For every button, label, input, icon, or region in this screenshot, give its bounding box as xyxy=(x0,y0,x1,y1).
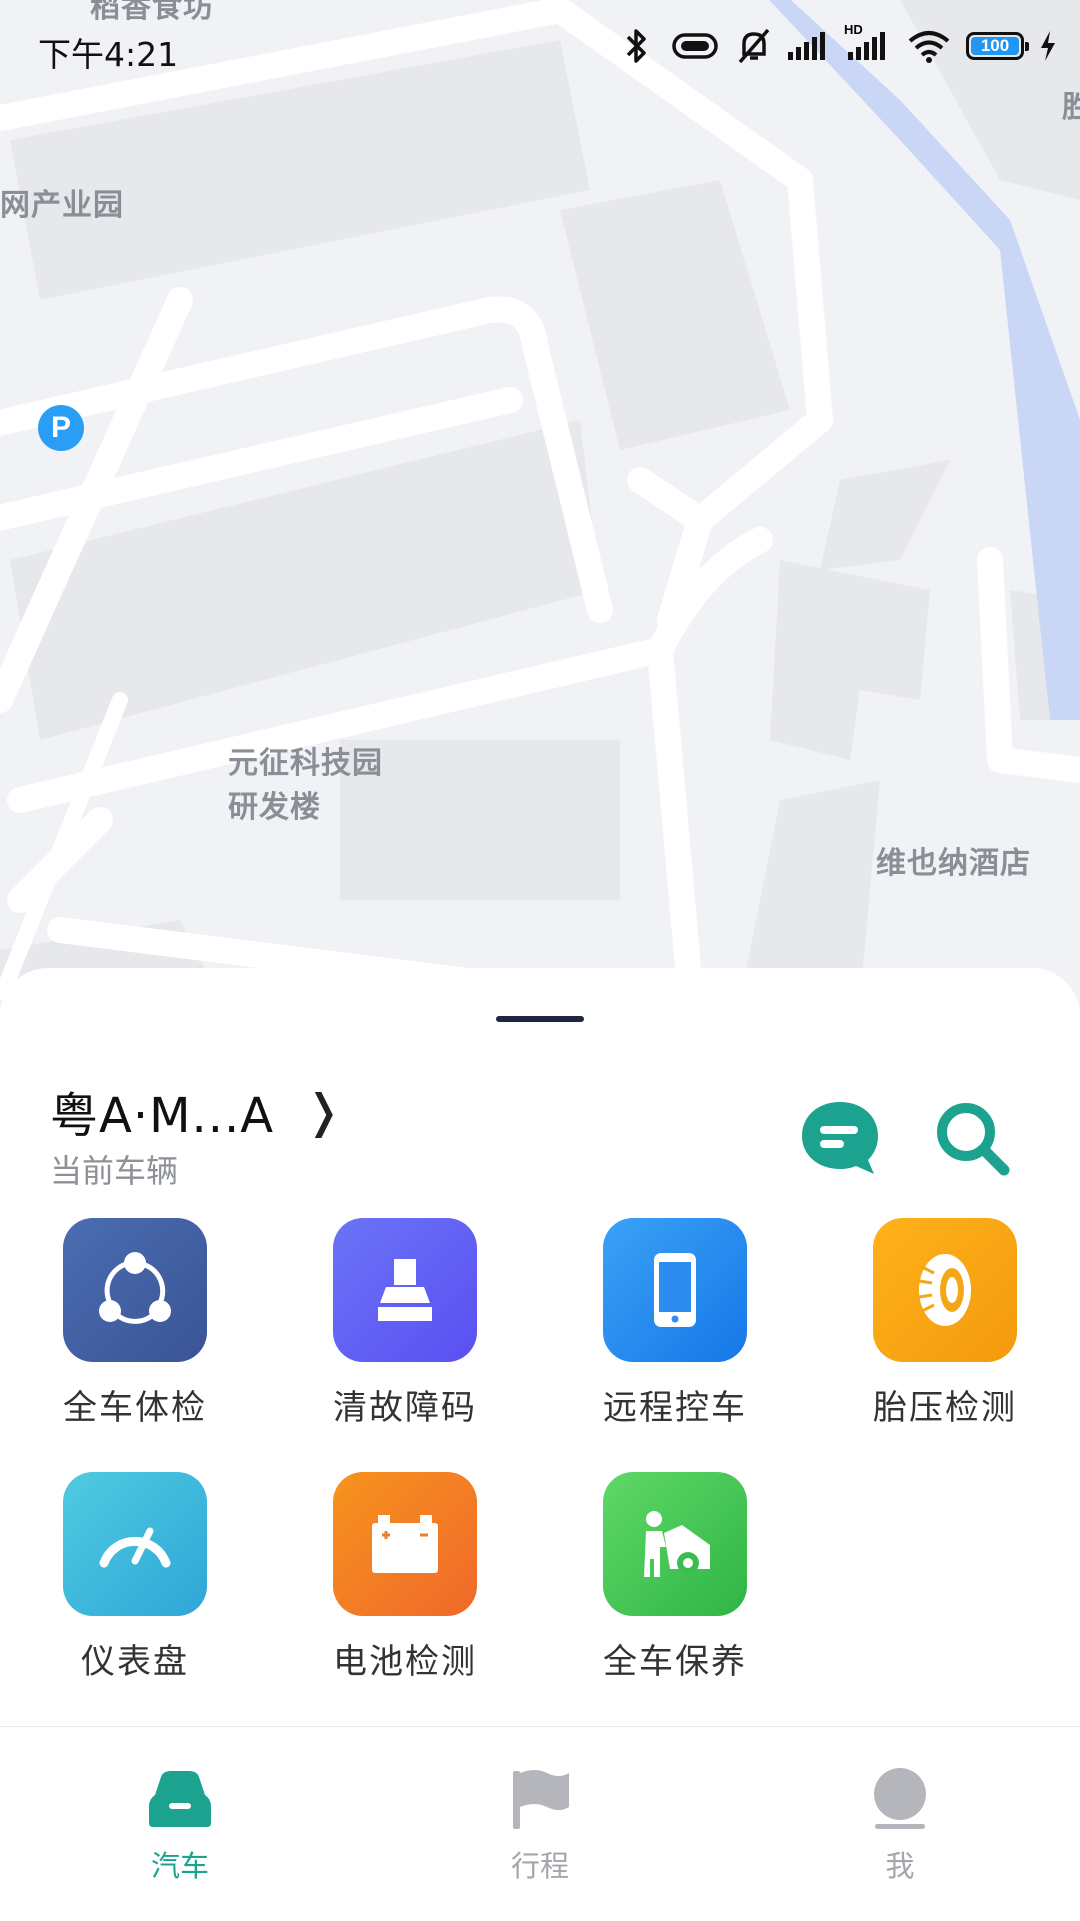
feature-dashboard[interactable]: 仪表盘 xyxy=(35,1472,235,1683)
feature-label: 全车保养 xyxy=(603,1642,747,1682)
status-time: 下午4:21 xyxy=(38,35,179,74)
wifi-icon xyxy=(908,31,950,63)
bluetooth-icon xyxy=(626,29,646,63)
feature-tire-pressure[interactable]: 胎压检测 xyxy=(845,1218,1045,1429)
search-icon[interactable] xyxy=(932,1098,1012,1178)
bottom-tab-bar: 汽车 行程 我 xyxy=(0,1726,1080,1921)
tire-pressure-icon xyxy=(873,1218,1017,1362)
map-label-industrial-park: 网产业园 xyxy=(0,188,124,223)
tab-me[interactable]: 我 xyxy=(810,1767,990,1885)
drag-handle[interactable] xyxy=(496,1016,584,1022)
vibrate-icon xyxy=(672,33,718,59)
feature-label: 仪表盘 xyxy=(81,1642,189,1682)
map-label-rd-building: 研发楼 xyxy=(228,790,321,825)
current-vehicle-label: 当前车辆 xyxy=(50,1152,179,1190)
feature-label: 清故障码 xyxy=(333,1388,477,1428)
map-label-vienna-hotel: 维也纳酒店 xyxy=(876,846,1031,881)
feature-label: 电池检测 xyxy=(333,1642,477,1682)
feature-remote-control[interactable]: 远程控车 xyxy=(575,1218,775,1429)
car-icon xyxy=(149,1771,211,1827)
feature-label: 远程控车 xyxy=(603,1388,747,1428)
remote-control-phone-icon xyxy=(603,1218,747,1362)
hd-signal: HD xyxy=(844,22,892,64)
message-icon[interactable] xyxy=(800,1098,880,1178)
tab-trips[interactable]: 行程 xyxy=(450,1767,630,1885)
signal-icon xyxy=(788,32,825,60)
vehicle-selector[interactable]: 粤A·M...A ❭ xyxy=(50,1076,343,1146)
tab-label: 我 xyxy=(885,1849,915,1883)
battery-test-icon xyxy=(333,1472,477,1616)
feature-clear-fault-code[interactable]: 清故障码 xyxy=(305,1218,505,1429)
car-maintenance-icon xyxy=(603,1472,747,1616)
vehicle-inspection-icon xyxy=(63,1218,207,1362)
feature-label: 胎压检测 xyxy=(873,1388,1017,1428)
battery-icon: 100 xyxy=(966,32,1029,60)
parking-icon[interactable]: P xyxy=(38,405,84,451)
flag-icon xyxy=(513,1770,569,1829)
feature-battery-test[interactable]: 电池检测 xyxy=(305,1472,505,1683)
plate-number: 粤A·M...A xyxy=(50,1088,275,1144)
tab-car[interactable]: 汽车 xyxy=(90,1767,270,1885)
feature-vehicle-inspection[interactable]: 全车体检 xyxy=(35,1218,235,1429)
tab-label: 汽车 xyxy=(150,1849,209,1883)
feature-label: 全车体检 xyxy=(63,1388,207,1428)
charging-icon xyxy=(1041,31,1055,61)
profile-icon xyxy=(874,1768,926,1829)
chevron-right-icon: ❭ xyxy=(304,1084,343,1138)
feature-car-maintenance[interactable]: 全车保养 xyxy=(575,1472,775,1683)
map-view[interactable]: 稻香食坊 网产业园 元征科技园 研发楼 维也纳酒店 胜 P xyxy=(0,0,1080,1013)
status-icons: HD 100 xyxy=(620,22,1058,66)
map-label-yuanzheng-park: 元征科技园 xyxy=(228,746,383,781)
hd-badge: HD xyxy=(844,22,863,37)
vehicle-sheet: 粤A·M...A ❭ 当前车辆 全车体检 清故障码 远程控车 胎压检测 仪表盘 … xyxy=(0,968,1080,1728)
dashboard-gauge-icon xyxy=(63,1472,207,1616)
clear-fault-code-icon xyxy=(333,1218,477,1362)
battery-level: 100 xyxy=(980,36,1010,55)
status-bar: 下午4:21 HD 100 xyxy=(0,0,1080,98)
tab-label: 行程 xyxy=(510,1849,569,1883)
mute-bell-icon xyxy=(738,28,770,64)
